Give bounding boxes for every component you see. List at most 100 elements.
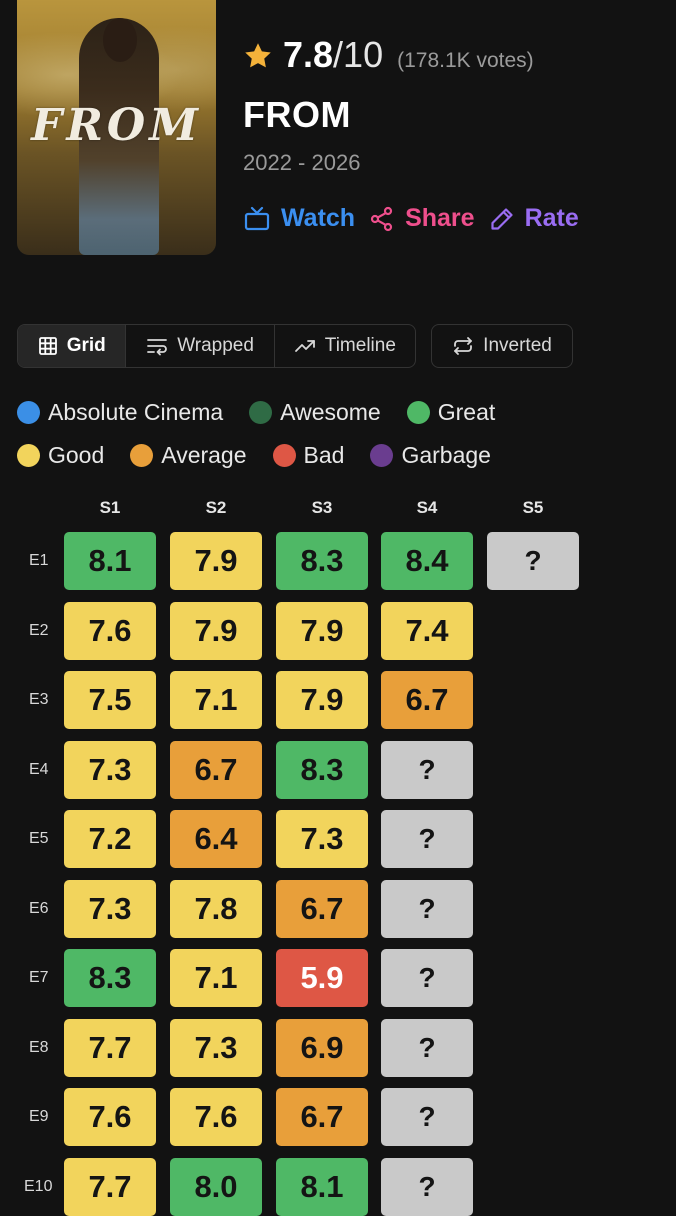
episode-rating-cell[interactable]: 8.3 (276, 740, 368, 799)
episode-rating-cell[interactable]: 7.9 (170, 601, 262, 660)
episode-rating-cell[interactable]: 8.3 (276, 532, 368, 590)
legend-label: Average (161, 441, 247, 468)
episode-rating-cell[interactable]: 6.7 (276, 879, 368, 938)
episode-rating-cell[interactable]: 7.7 (64, 1018, 156, 1077)
action-row: Watch Share Rate (243, 204, 593, 233)
episode-rating-cell[interactable]: ? (381, 1157, 473, 1216)
legend-dot (406, 400, 430, 424)
episode-label-e10: E10 (24, 1177, 53, 1195)
episode-rating-cell[interactable]: ? (381, 879, 473, 938)
episode-rating-cell[interactable]: 7.2 (64, 810, 156, 868)
legend-dot (272, 443, 296, 467)
poster-logo: FROM (31, 100, 202, 151)
wrap-text-icon (147, 339, 168, 356)
rating-legend: Absolute Cinema Awesome Great Good Avera… (17, 396, 657, 482)
episode-rating-cell[interactable]: 8.0 (170, 1157, 262, 1216)
episode-rating-cell[interactable]: 6.7 (170, 740, 262, 799)
pencil-icon (490, 207, 513, 230)
episode-rating-cell[interactable]: ? (381, 810, 473, 868)
legend-garbage: Garbage (370, 442, 491, 469)
legend-great: Great (406, 398, 496, 426)
episode-rating-cell[interactable]: ? (381, 740, 473, 799)
legend-label: Good (48, 441, 105, 468)
legend-average: Average (130, 441, 247, 469)
legend-dot (17, 400, 40, 424)
legend-label: Great (437, 398, 496, 425)
inverted-toggle[interactable]: Inverted (431, 324, 573, 368)
episode-rating-cell[interactable]: 7.3 (64, 740, 156, 799)
episode-rating-cell[interactable]: 7.7 (64, 1157, 156, 1216)
legend-label: Bad (303, 441, 345, 468)
show-title: FROM (243, 94, 351, 135)
episode-rating-cell[interactable]: ? (381, 1088, 473, 1146)
episode-rating-cell[interactable]: 7.6 (64, 601, 156, 660)
episode-rating-cell[interactable]: 7.9 (276, 601, 368, 660)
legend-awesome: Awesome (249, 399, 381, 426)
poster-figure-head (103, 18, 137, 62)
episode-rating-cell[interactable]: ? (381, 949, 473, 1007)
season-header-s3: S3 (311, 498, 333, 517)
episode-rating-cell[interactable]: 7.5 (64, 671, 156, 729)
legend-label: Garbage (401, 441, 491, 468)
vote-count: (178.1K votes) (397, 49, 534, 72)
timeline-view-label: Timeline (324, 335, 396, 356)
season-header-s4: S4 (416, 498, 438, 517)
episode-rating-cell[interactable]: 7.3 (276, 810, 368, 868)
episode-rating-cell[interactable]: 8.4 (381, 532, 473, 590)
episode-rating-cell[interactable]: 6.4 (170, 810, 262, 868)
legend-good: Good (17, 442, 104, 469)
episode-rating-cell[interactable]: 7.4 (381, 601, 473, 660)
legend-row: Absolute Cinema Awesome Great (17, 396, 657, 428)
episode-rating-cell[interactable]: 7.1 (170, 949, 262, 1007)
rating-row: 7.8 /10 (178.1K votes) (243, 34, 534, 76)
legend-label: Awesome (280, 398, 381, 425)
episode-rating-cell[interactable]: 7.9 (170, 532, 262, 590)
legend-dot (370, 443, 394, 467)
season-header-s5: S5 (522, 498, 544, 517)
episode-rating-cell[interactable]: 8.3 (64, 949, 156, 1007)
episode-rating-cell[interactable]: 7.1 (170, 671, 262, 729)
episode-rating-cell[interactable]: 7.9 (276, 671, 368, 729)
legend-dot (130, 443, 154, 467)
legend-label: Absolute Cinema (48, 398, 224, 425)
episode-rating-cell[interactable]: 7.3 (170, 1018, 262, 1077)
watch-label: Watch (281, 204, 356, 232)
wrapped-view-button[interactable]: Wrapped (126, 325, 275, 367)
episode-rating-cell[interactable]: 8.1 (276, 1157, 368, 1216)
share-button[interactable]: Share (369, 204, 475, 233)
watch-button[interactable]: Watch (243, 204, 355, 233)
timeline-view-button[interactable]: Timeline (275, 325, 415, 367)
episode-rating-cell[interactable]: ? (381, 1018, 473, 1077)
show-years: 2022 - 2026 (243, 150, 361, 175)
wrapped-view-label: Wrapped (177, 335, 254, 356)
episode-rating-cell[interactable]: 6.7 (381, 671, 473, 729)
star-icon (245, 43, 271, 68)
share-icon (370, 206, 393, 231)
legend-dot (249, 400, 273, 424)
share-label: Share (405, 204, 475, 232)
swap-arrows-icon (454, 337, 473, 355)
inverted-label: Inverted (483, 335, 552, 356)
legend-row: Good Average Bad Garbage (17, 439, 657, 471)
grid-view-label: Grid (66, 335, 106, 356)
episode-rating-cell[interactable]: 6.7 (276, 1088, 368, 1146)
episode-rating-cell[interactable]: 5.9 (276, 949, 368, 1007)
episode-rating-cell[interactable]: 7.3 (64, 879, 156, 938)
grid-icon (38, 337, 57, 355)
rating-value: 7.8 (283, 34, 334, 75)
episode-rating-cell[interactable]: 8.1 (64, 532, 156, 590)
grid-view-button[interactable]: Grid (18, 325, 127, 367)
rate-button[interactable]: Rate (489, 204, 579, 233)
rate-label: Rate (524, 204, 579, 232)
episode-rating-cell[interactable]: 7.6 (170, 1088, 262, 1146)
show-poster[interactable]: FROM (17, 0, 216, 255)
episode-rating-cell[interactable]: 6.9 (276, 1018, 368, 1077)
legend-absolute-cinema: Absolute Cinema (17, 399, 223, 426)
episode-rating-cell[interactable]: ? (487, 532, 579, 590)
episode-rating-cell[interactable]: 7.8 (170, 879, 262, 938)
tv-icon (244, 206, 270, 230)
trending-up-icon (294, 340, 315, 352)
season-header-s1: S1 (99, 498, 121, 517)
legend-bad: Bad (272, 441, 345, 469)
episode-rating-cell[interactable]: 7.6 (64, 1088, 156, 1146)
